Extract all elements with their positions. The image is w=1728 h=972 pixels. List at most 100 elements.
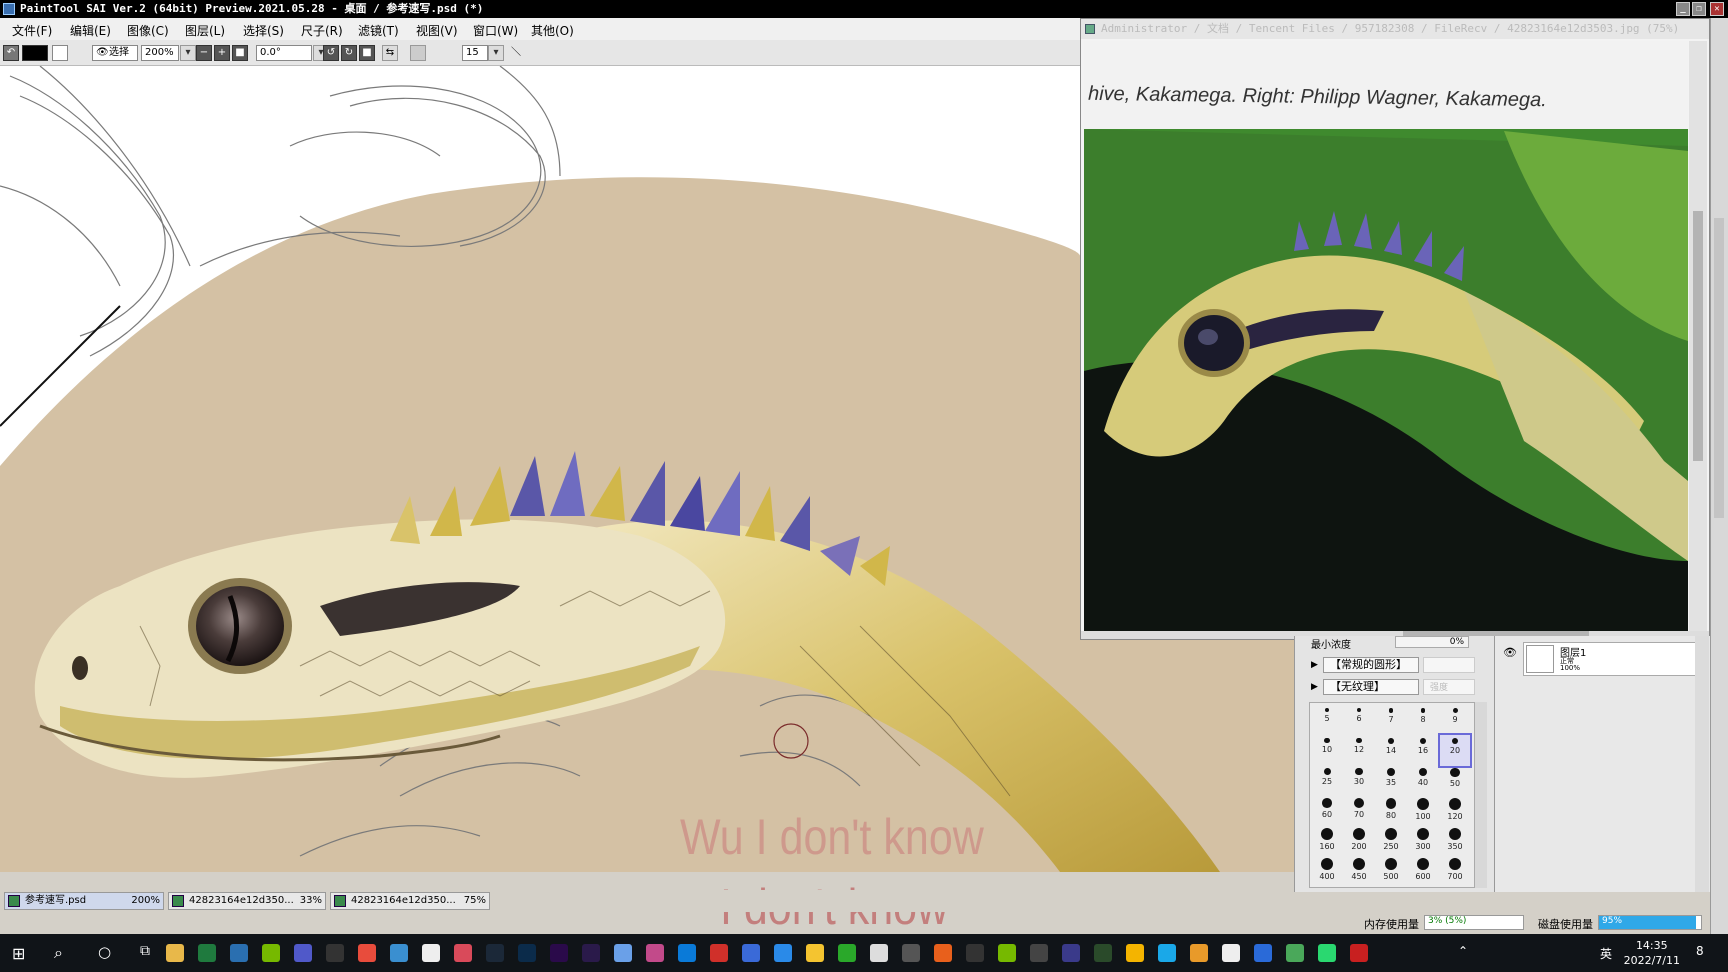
brush-size-cell[interactable]: 5 [1312,705,1342,736]
menu-ruler[interactable]: 尺子(R) [301,22,343,39]
search-icon[interactable]: ⌕ [54,943,63,963]
edge-icon[interactable] [678,944,696,962]
wechat-icon[interactable] [838,944,856,962]
pycharm-icon[interactable] [1318,944,1336,962]
epic-icon[interactable] [966,944,984,962]
system-clock[interactable]: 14:35 2022/7/11 [1624,938,1680,968]
chrome-icon[interactable] [358,944,376,962]
after-effects-icon[interactable] [582,944,600,962]
brush-size-cell[interactable]: 700 [1440,855,1470,886]
menu-select[interactable]: 选择(S) [243,22,284,39]
texture-dropdown[interactable]: 【无纹理】 [1323,679,1419,695]
expand-arrow-icon[interactable]: ▶ [1311,660,1318,670]
app-icon[interactable] [1254,944,1272,962]
line-tool-icon[interactable]: ＼ [508,45,524,61]
file-explorer-icon[interactable] [166,944,184,962]
painttool-sai-icon[interactable] [646,944,664,962]
start-windows-icon[interactable]: ⊞ [12,944,25,963]
brush-size-cell[interactable]: 400 [1312,855,1342,886]
brush-size-cell[interactable]: 35 [1376,765,1406,796]
photos-icon[interactable] [230,944,248,962]
browser-icon[interactable] [742,944,760,962]
flip-horizontal-icon[interactable]: ⇆ [382,45,398,61]
doc-tab-3[interactable]: 42823164e12d350... 75% [330,892,490,910]
app-icon[interactable] [1190,944,1208,962]
brush-shape-strength[interactable] [1423,657,1475,673]
brush-size-cell[interactable]: 8 [1408,705,1438,736]
layer-panel-scrollbar[interactable] [1695,636,1709,892]
tray-up-arrow-icon[interactable]: ⌃ [1458,944,1468,958]
rotation-field[interactable]: 0.0° [256,45,312,61]
ime-indicator[interactable]: 英 [1600,945,1612,962]
undo-icon[interactable]: ↶ [3,45,19,61]
cloud-icon[interactable] [774,944,792,962]
brush-size-cell[interactable]: 100 [1408,795,1438,826]
brush-size-field[interactable]: 15 [462,45,488,61]
pen-icon[interactable] [1286,944,1304,962]
menu-other[interactable]: 其他(O) [531,22,574,39]
viewer-vertical-scrollbar[interactable] [1689,41,1707,631]
restore-button[interactable]: ❐ [1692,2,1706,16]
sai-icon[interactable] [454,944,472,962]
edge-dev-icon[interactable] [1158,944,1176,962]
zoom-in-icon[interactable]: + [214,45,230,61]
brush-size-cell[interactable]: 40 [1408,765,1438,796]
cortana-icon[interactable]: ○ [98,943,111,961]
stabilizer-icon[interactable] [410,45,426,61]
brush-size-cell[interactable]: 60 [1312,795,1342,826]
brush-size-scrollbar[interactable] [1475,702,1487,888]
app-icon[interactable] [614,944,632,962]
brush-size-cell[interactable]: 30 [1344,765,1374,796]
task-view-icon[interactable]: ⧉ [140,943,150,959]
notepad-icon[interactable] [422,944,440,962]
brush-size-cell[interactable]: 20 [1438,733,1472,768]
firefox-icon[interactable] [934,944,952,962]
brush-size-cell[interactable]: 200 [1344,825,1374,856]
vs-icon[interactable] [1062,944,1080,962]
brush-size-cell[interactable]: 120 [1440,795,1470,826]
teams-icon[interactable] [294,944,312,962]
brush-size-cell[interactable]: 70 [1344,795,1374,826]
menu-window[interactable]: 窗口(W) [473,22,518,39]
doc-tab-2[interactable]: 42823164e12d350... 33% [168,892,326,910]
brush-size-cell[interactable]: 600 [1408,855,1438,886]
menu-layer[interactable]: 图层(L) [185,22,225,39]
rotate-right-icon[interactable]: ↻ [341,45,357,61]
rotation-reset-icon[interactable]: ■ [359,45,375,61]
selection-toggle[interactable]: 👁 选择 [92,45,138,61]
picture-icon[interactable] [870,944,888,962]
premiere-icon[interactable] [550,944,568,962]
game-icon[interactable] [902,944,920,962]
notification-icon[interactable]: 8 [1696,944,1704,958]
brush-size-cell[interactable]: 25 [1312,765,1342,796]
menu-edit[interactable]: 编辑(E) [70,22,111,39]
brush-size-cell[interactable]: 160 [1312,825,1342,856]
minimize-button[interactable]: _ [1676,2,1690,16]
photoshop-icon[interactable] [518,944,536,962]
paint-icon[interactable] [390,944,408,962]
visibility-eye-icon[interactable]: 👁 [1503,646,1517,659]
notion-icon[interactable] [326,944,344,962]
menu-filter[interactable]: 滤镜(T) [358,22,399,39]
brush-size-cell[interactable]: 80 [1376,795,1406,826]
zoom-dropdown-icon[interactable]: ▾ [180,45,196,61]
duck-icon[interactable] [1222,944,1240,962]
reference-viewer-window[interactable]: Administrator / 文档 / Tencent Files / 957… [1080,18,1710,640]
layer-row[interactable]: 图层1 正常 100% [1523,642,1703,676]
brush-size-cell[interactable]: 12 [1344,735,1374,766]
primary-color-swatch[interactable] [22,45,48,61]
brush-size-cell[interactable]: 350 [1440,825,1470,856]
expand-arrow-icon[interactable]: ▶ [1311,682,1318,692]
rotate-left-icon[interactable]: ↺ [323,45,339,61]
brush-size-cell[interactable]: 16 [1408,735,1438,766]
brush-size-cell[interactable]: 500 [1376,855,1406,886]
zoom-reset-icon[interactable]: ■ [232,45,248,61]
qq-icon[interactable] [806,944,824,962]
zoom-out-icon[interactable]: − [196,45,212,61]
brush-size-cell[interactable]: 50 [1440,765,1470,796]
brush-size-cell[interactable]: 9 [1440,705,1470,736]
menu-view[interactable]: 视图(V) [416,22,458,39]
secondary-color-swatch[interactable] [52,45,68,61]
brush-size-cell[interactable]: 450 [1344,855,1374,886]
media-icon[interactable] [1094,944,1112,962]
